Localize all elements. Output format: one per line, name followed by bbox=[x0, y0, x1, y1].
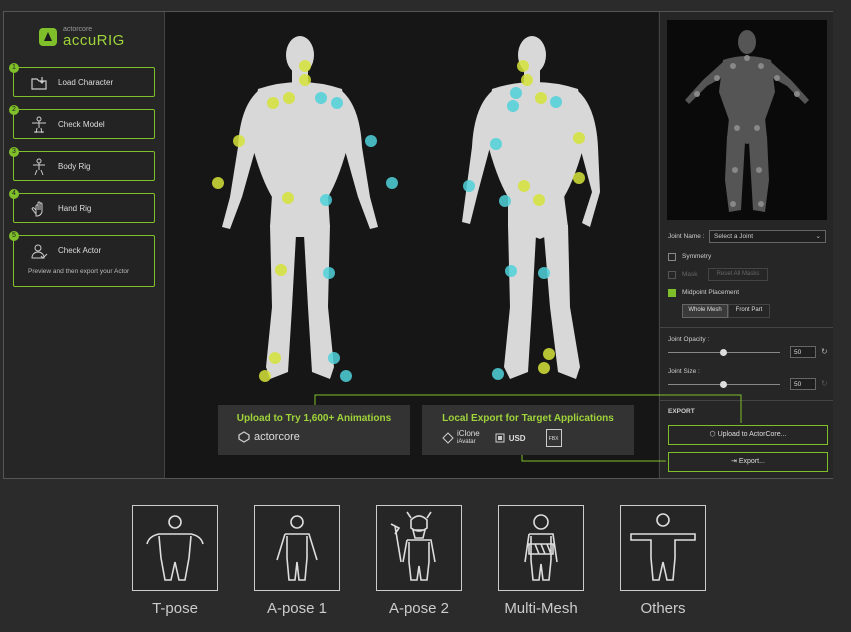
pose-card-tpose[interactable] bbox=[132, 505, 218, 591]
connector-lines bbox=[314, 394, 742, 462]
pose-card-apose1[interactable] bbox=[254, 505, 340, 591]
pose-label-others: Others bbox=[640, 600, 686, 617]
viking-figure-icon bbox=[390, 511, 436, 581]
pose-label-multimesh: Multi-Mesh bbox=[504, 600, 578, 617]
pose-label-apose1: A-pose 1 bbox=[266, 600, 328, 617]
others-figure-icon bbox=[630, 513, 696, 581]
pose-card-apose2[interactable] bbox=[376, 505, 462, 591]
pose-label-tpose: T-pose bbox=[152, 600, 198, 617]
tpose-icon bbox=[146, 515, 204, 581]
pose-card-others[interactable] bbox=[620, 505, 706, 591]
accurig-window: actorcore accuRIG 1 Load Character 2 Che… bbox=[3, 11, 833, 479]
multimesh-figure-icon bbox=[524, 514, 558, 581]
pose-card-multimesh[interactable] bbox=[498, 505, 584, 591]
pose-label-apose2: A-pose 2 bbox=[388, 600, 450, 617]
apose-icon bbox=[276, 515, 318, 581]
